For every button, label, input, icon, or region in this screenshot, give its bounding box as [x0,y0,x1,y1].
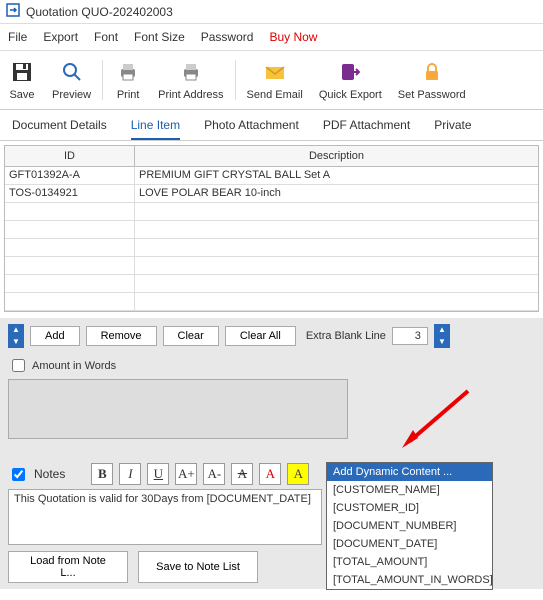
dropdown-option[interactable]: [TOTAL_AMOUNT] [327,553,492,571]
envelope-icon [264,59,286,85]
titlebar: Quotation QUO-202402003 [0,0,543,24]
table-row[interactable] [5,293,538,311]
dropdown-option[interactable]: [DOCUMENT_DATE] [327,535,492,553]
menu-file[interactable]: File [8,30,27,44]
amount-in-words-checkbox[interactable] [12,359,25,372]
strike-button[interactable]: A [231,463,253,485]
menu-font[interactable]: Font [94,30,118,44]
spin-up-icon[interactable]: ▲ [8,324,24,336]
table-row[interactable] [5,203,538,221]
underline-button[interactable]: U [147,463,169,485]
amount-in-words-box [8,379,348,439]
clear-button[interactable]: Clear [163,326,219,346]
save-note-button[interactable]: Save to Note List [138,551,258,583]
font-increase-button[interactable]: A+ [175,463,197,485]
send-email-button[interactable]: Send Email [239,56,311,104]
remove-button[interactable]: Remove [86,326,157,346]
menu-fontsize[interactable]: Font Size [134,30,185,44]
dropdown-option[interactable]: [TOTAL_AMOUNT_IN_WORDS] [327,571,492,589]
annotation-arrow [398,386,478,456]
menu-export[interactable]: Export [43,30,78,44]
bold-button[interactable]: B [91,463,113,485]
magnifier-icon [61,59,83,85]
menubar: File Export Font Font Size Password Buy … [0,24,543,51]
header-desc: Description [135,146,538,166]
extra-blank-input[interactable]: 3 [392,327,428,345]
printer-icon [117,59,139,85]
font-decrease-button[interactable]: A- [203,463,225,485]
spin-down-icon[interactable]: ▼ [434,336,450,348]
preview-button[interactable]: Preview [44,56,99,104]
notes-checkbox[interactable] [12,468,25,481]
tab-private[interactable]: Private [434,118,471,140]
floppy-icon [11,59,33,85]
spin-up-icon[interactable]: ▲ [434,324,450,336]
printer-icon [180,59,202,85]
lock-icon [421,59,443,85]
dropdown-option[interactable]: [CUSTOMER_NAME] [327,481,492,499]
toolbar: Save Preview Print Print Address Send Em… [0,51,543,110]
table-row[interactable] [5,275,538,293]
print-button[interactable]: Print [106,56,150,104]
table-row[interactable] [5,239,538,257]
tab-document-details[interactable]: Document Details [12,118,107,140]
add-button[interactable]: Add [30,326,80,346]
dropdown-option[interactable]: [DOCUMENT_NUMBER] [327,517,492,535]
export-icon [339,59,361,85]
notes-label: Notes [34,467,65,481]
tab-pdf[interactable]: PDF Attachment [323,118,410,140]
tabs: Document Details Line Item Photo Attachm… [0,110,543,141]
load-note-button[interactable]: Load from Note L... [8,551,128,583]
dropdown-option[interactable]: Add Dynamic Content ... [327,463,492,481]
print-address-button[interactable]: Print Address [150,56,231,104]
row-spinner[interactable]: ▲ ▼ [8,324,24,348]
header-id: ID [5,146,135,166]
table-row[interactable]: GFT01392A-A PREMIUM GIFT CRYSTAL BALL Se… [5,167,538,185]
table-row[interactable] [5,221,538,239]
amount-in-words-label: Amount in Words [32,360,116,372]
menu-buynow[interactable]: Buy Now [269,30,317,44]
highlight-button[interactable]: A [287,463,309,485]
tab-photo[interactable]: Photo Attachment [204,118,299,140]
quick-export-button[interactable]: Quick Export [311,56,390,104]
app-icon [6,3,20,20]
set-password-button[interactable]: Set Password [390,56,474,104]
save-button[interactable]: Save [0,56,44,104]
extra-blank-label: Extra Blank Line [306,330,386,342]
spin-down-icon[interactable]: ▼ [8,336,24,348]
window-title: Quotation QUO-202402003 [26,5,173,19]
clearall-button[interactable]: Clear All [225,326,296,346]
blank-spinner[interactable]: ▲ ▼ [434,324,450,348]
notes-textarea[interactable]: This Quotation is valid for 30Days from … [8,489,322,545]
table-row[interactable]: TOS-0134921 LOVE POLAR BEAR 10-inch [5,185,538,203]
menu-password[interactable]: Password [201,30,254,44]
table-row[interactable] [5,257,538,275]
fontcolor-button[interactable]: A [259,463,281,485]
tab-line-item[interactable]: Line Item [131,118,180,140]
dropdown-option[interactable]: [CUSTOMER_ID] [327,499,492,517]
italic-button[interactable]: I [119,463,141,485]
dynamic-content-dropdown[interactable]: Add Dynamic Content ... [CUSTOMER_NAME] … [326,462,493,590]
line-item-table: ID Description GFT01392A-A PREMIUM GIFT … [4,145,539,312]
